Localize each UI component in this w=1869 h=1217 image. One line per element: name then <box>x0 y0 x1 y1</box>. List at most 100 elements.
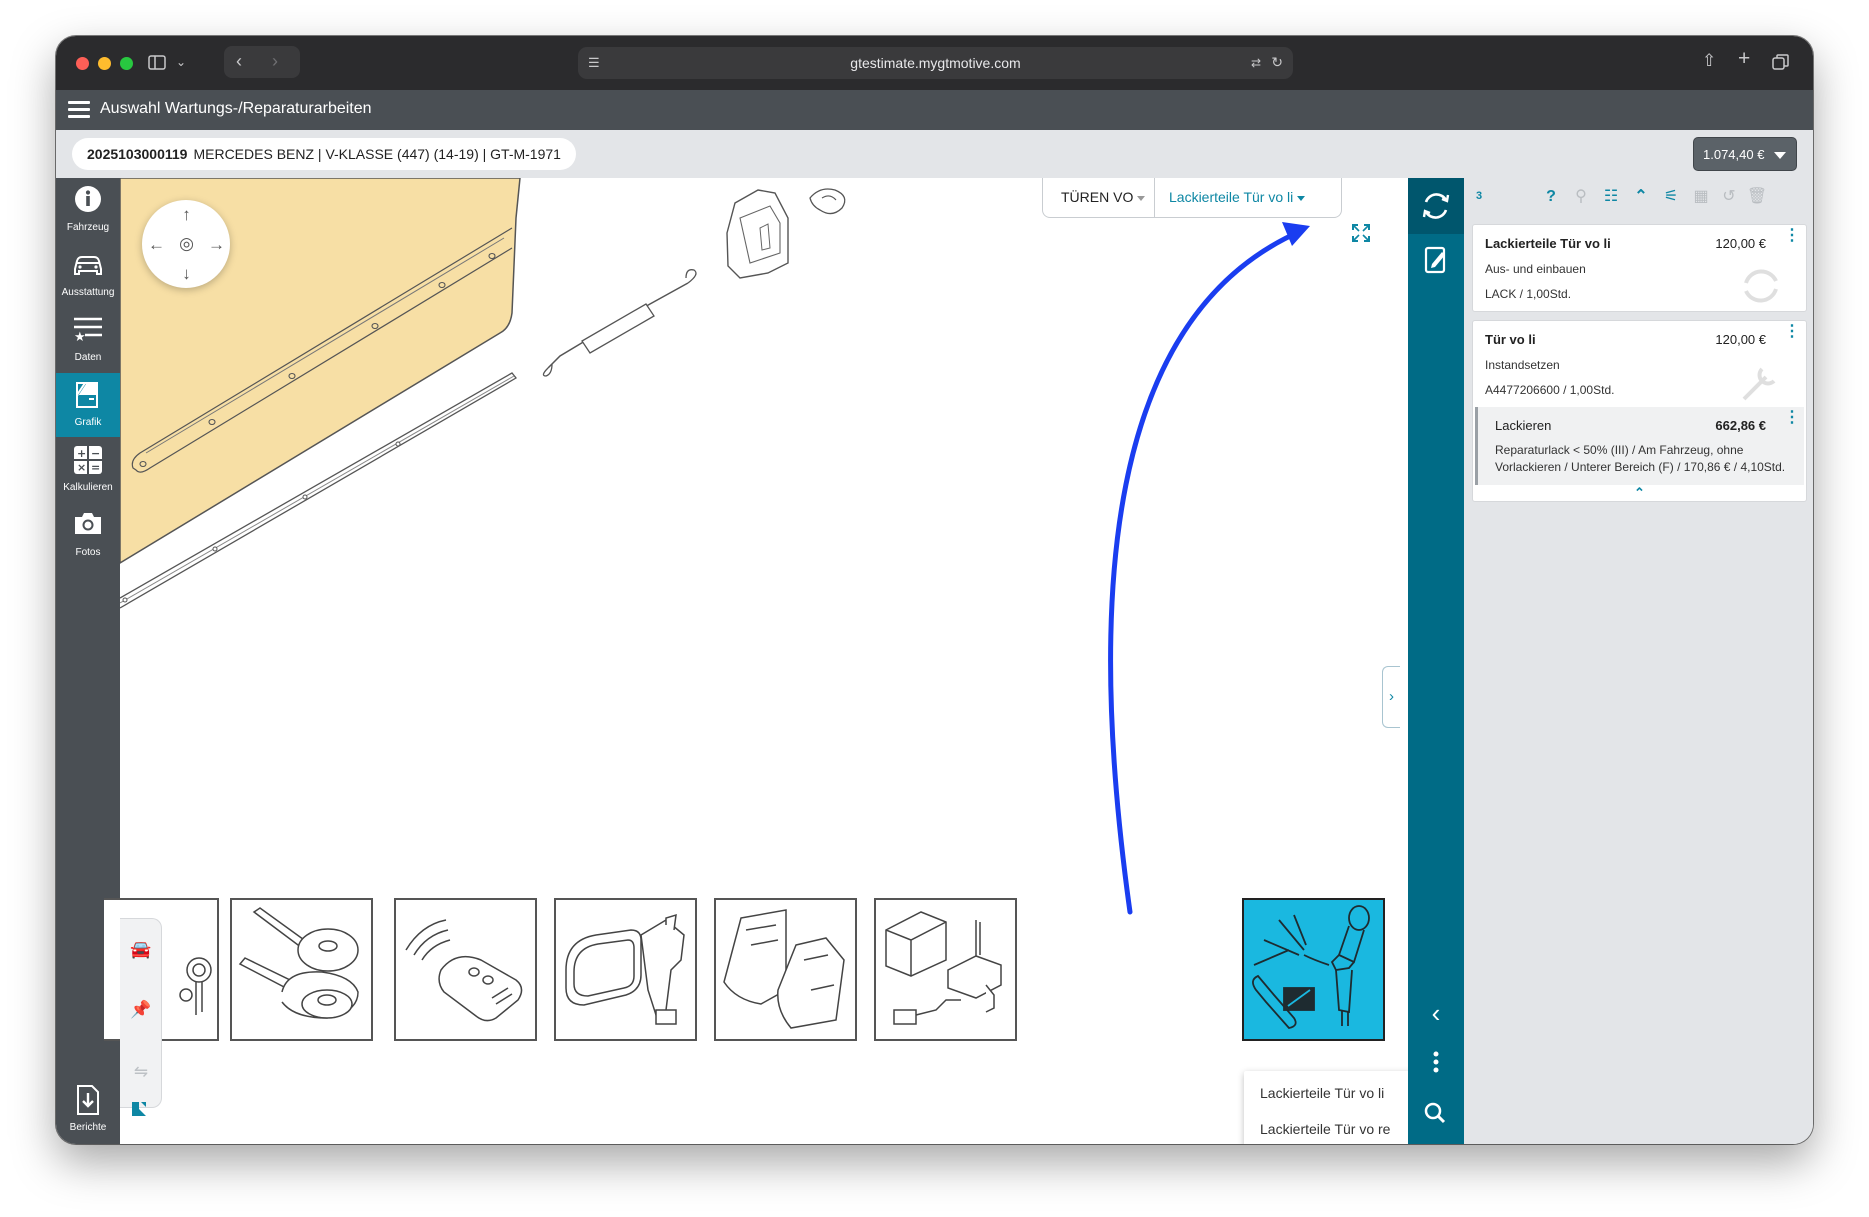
minimize-window-button[interactable] <box>98 57 111 70</box>
undo-icon: ↺ <box>1722 188 1736 205</box>
collapse-panel-button[interactable]: ‹ <box>1408 998 1464 1029</box>
caret-down-icon <box>1774 152 1786 159</box>
filter-sliders-icon[interactable]: ⚟ <box>1660 186 1682 208</box>
popup-option[interactable]: Lackierteile Tür vo li <box>1260 1085 1384 1101</box>
window-glass-image <box>723 909 845 1029</box>
sidebar-toggle-icon[interactable] <box>148 55 166 74</box>
list-star-icon: ★ <box>56 314 120 345</box>
vehicle-info[interactable]: 2025103000119 MERCEDES BENZ | V-KLASSE (4… <box>72 138 576 170</box>
part-dropdown-value: Lackierteile Tür vo li <box>1169 189 1294 205</box>
thumbnail-side-mirror[interactable] <box>554 898 697 1041</box>
position-detail: A4477206600 / 1,00Std. <box>1485 383 1615 397</box>
popup-option[interactable]: Lackierteile Tür vo re <box>1260 1121 1390 1137</box>
fullscreen-icon[interactable] <box>1352 224 1370 247</box>
sidebar-item-grafik[interactable]: Grafik <box>56 373 120 437</box>
sub-position-detail: Reparaturlack < 50% (III) / Am Fahrzeug,… <box>1495 443 1786 474</box>
download-report-icon <box>56 1084 120 1115</box>
sidebar-item-kalkulieren[interactable]: + − × = Kalkulieren <box>56 438 120 502</box>
app-logo-icon <box>130 1100 148 1118</box>
sidebar-item-fotos[interactable]: Fotos <box>56 503 120 567</box>
info-icon <box>56 184 120 214</box>
help-icon[interactable]: ? <box>1540 186 1562 208</box>
sub-position-price: 662,86 € <box>1715 418 1766 433</box>
wrench-watermark-icon <box>1742 367 1776 401</box>
thumbnail-control-unit[interactable] <box>874 898 1017 1041</box>
door-icon <box>56 379 120 409</box>
pin-icon[interactable]: 📌 <box>130 999 152 1021</box>
search-button[interactable] <box>1408 1100 1464 1131</box>
more-options-button[interactable] <box>1408 1050 1464 1079</box>
share-icon[interactable]: ⇧ <box>1702 52 1716 69</box>
position-price: 120,00 € <box>1715 332 1766 347</box>
magic-search-icon: ⚲ <box>1575 188 1587 205</box>
expand-panel-button[interactable]: › <box>1382 666 1400 728</box>
calculator-icon: + − × = <box>56 444 120 474</box>
maximize-window-button[interactable] <box>120 57 133 70</box>
side-mirror-image <box>565 913 685 1025</box>
vehicle-bar: 2025103000119 MERCEDES BENZ | V-KLASSE (4… <box>56 130 1813 178</box>
thumbnail-remote-key[interactable] <box>394 898 537 1041</box>
address-bar[interactable]: ☰ gtestimate.mygtmotive.com ⇄ ↻ <box>578 47 1293 79</box>
chevron-left-icon: ‹ <box>1431 998 1441 1028</box>
car-view-icon[interactable]: 🚘 <box>130 939 152 961</box>
center-icon[interactable]: ◎ <box>178 235 195 252</box>
position-operation: Aus- und einbauen <box>1485 262 1586 276</box>
chevron-up-icon[interactable]: ⌃ <box>1630 186 1652 208</box>
page-title: Auswahl Wartungs-/Reparaturarbeiten <box>100 100 372 117</box>
reload-icon[interactable]: ↻ <box>1271 54 1283 70</box>
thumbnail-key-blanks[interactable] <box>230 898 373 1041</box>
view-toolstrip: 🚘 📌 ⇋ <box>120 918 162 1108</box>
sidebar-item-label: Ausstattung <box>61 287 115 298</box>
refresh-watermark-icon <box>1744 269 1778 303</box>
part-dropdown[interactable]: Lackierteile Tür vo li <box>1155 178 1343 217</box>
back-icon[interactable]: ‹ <box>236 52 242 70</box>
chevron-down-icon[interactable]: ⌄ <box>176 54 186 70</box>
sidebar-item-berichte[interactable]: Berichte <box>56 1078 120 1142</box>
chevron-right-icon: › <box>1389 688 1394 705</box>
new-tab-icon[interactable]: + <box>1738 48 1750 69</box>
translate-icon[interactable]: ⇄ <box>1251 55 1261 71</box>
menu-icon[interactable] <box>68 101 90 119</box>
total-amount-button[interactable]: 1.074,40 € <box>1693 137 1797 171</box>
key-blanks-image <box>238 907 359 1019</box>
remote-key-image <box>405 919 523 1022</box>
collapse-sub-chevron-icon[interactable]: ⌃ <box>1473 485 1806 501</box>
sidebar-item-ausstattung[interactable]: Ausstattung <box>56 243 120 307</box>
url-text: gtestimate.mygtmotive.com <box>850 55 1021 71</box>
sidebar-item-label: Berichte <box>69 1122 107 1133</box>
svg-text:−: − <box>91 447 100 460</box>
sub-position[interactable]: Lackieren 662,86 € ⋮ Reparaturlack < 50%… <box>1475 407 1804 485</box>
search-icon <box>1424 1102 1446 1124</box>
refresh-button[interactable] <box>1408 178 1464 234</box>
thumbnail-window-glass[interactable] <box>714 898 857 1041</box>
kebab-icon[interactable]: ⋮ <box>1784 410 1800 426</box>
search-list-icon[interactable]: ☷ <box>1600 186 1622 208</box>
tab-overview-icon[interactable] <box>1772 54 1789 75</box>
camera-icon <box>56 509 120 539</box>
sidebar-item-fahrzeug[interactable]: Fahrzeug <box>56 178 120 242</box>
pan-up-icon[interactable]: ↑ <box>178 206 195 223</box>
thumbnail-paint-parts[interactable] <box>1242 898 1385 1041</box>
sidebar-item-daten[interactable]: ★ Daten <box>56 308 120 372</box>
kebab-icon[interactable]: ⋮ <box>1784 228 1800 244</box>
sidebar-item-label: Grafik <box>74 417 102 428</box>
part-options-popup: Lackierteile Tür vo li Lackierteile Tür … <box>1244 1071 1412 1144</box>
kebab-icon[interactable]: ⋮ <box>1784 324 1800 340</box>
group-dropdown[interactable]: TÜREN VO <box>1043 178 1155 217</box>
mirror-view-icon[interactable]: ⇋ <box>130 1061 152 1083</box>
pan-down-icon[interactable]: ↓ <box>178 265 195 282</box>
control-unit-image <box>885 911 1002 1025</box>
action-strip: ‹ <box>1408 178 1464 1144</box>
forward-icon[interactable]: › <box>272 52 278 70</box>
pan-left-icon[interactable]: ← <box>148 236 165 253</box>
edit-icon <box>1424 246 1446 274</box>
sidebar-item-label: Kalkulieren <box>63 482 113 493</box>
pan-control[interactable]: ↑ ↓ ← → ◎ <box>142 200 230 288</box>
close-window-button[interactable] <box>76 57 89 70</box>
vehicle-description: MERCEDES BENZ | V-KLASSE (447) (14-19) |… <box>193 146 561 162</box>
trash-icon: 🗑 <box>1746 188 1768 205</box>
position-card[interactable]: Tür vo li 120,00 € ⋮ Instandsetzen A4477… <box>1472 320 1807 502</box>
position-card[interactable]: Lackierteile Tür vo li 120,00 € ⋮ Aus- u… <box>1472 224 1807 312</box>
pan-right-icon[interactable]: → <box>208 236 225 253</box>
edit-note-button[interactable] <box>1408 240 1464 285</box>
